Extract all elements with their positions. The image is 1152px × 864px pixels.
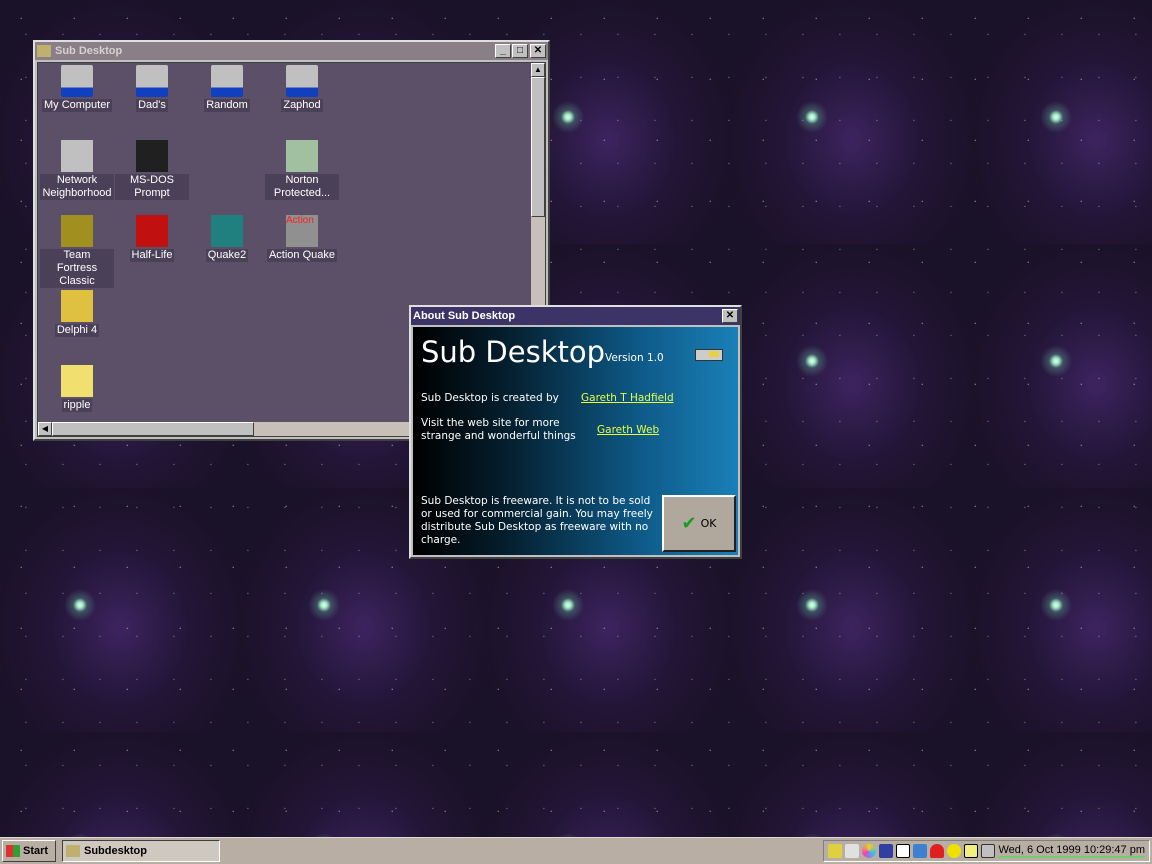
desktop-icon-norton-protected-[interactable]: Norton Protected... bbox=[265, 140, 339, 200]
scroll-up-button[interactable]: ▲ bbox=[531, 63, 545, 77]
icon-label: My Computer bbox=[41, 99, 113, 112]
desktop-icon-action-quake[interactable]: Action Action Quake bbox=[265, 215, 339, 262]
action-quake-icon: Action bbox=[286, 215, 318, 247]
start-button[interactable]: Start bbox=[2, 840, 56, 862]
computer-icon bbox=[61, 65, 93, 97]
visit-text: Visit the web site for more strange and … bbox=[421, 417, 576, 442]
drops-icon[interactable] bbox=[913, 844, 928, 858]
scroll-thumb-h[interactable] bbox=[52, 422, 254, 436]
task-label: Subdesktop bbox=[84, 845, 147, 857]
recycle-bin-icon bbox=[286, 140, 318, 172]
close-button[interactable]: ✕ bbox=[722, 309, 738, 323]
minimize-button[interactable]: _ bbox=[495, 44, 511, 58]
desktop-icon-quake2[interactable]: Quake2 bbox=[190, 215, 264, 262]
delphi-icon bbox=[61, 290, 93, 322]
computer-shortcut-icon bbox=[211, 65, 243, 97]
freeware-text: Sub Desktop is freeware. It is not to be… bbox=[421, 495, 653, 546]
taskbar-button-subdesktop[interactable]: Subdesktop bbox=[62, 840, 220, 862]
icon-label: Zaphod bbox=[281, 99, 323, 112]
taskbar: Start Subdesktop Wed, 6 Oct 1999 10:29:4… bbox=[0, 837, 1152, 864]
created-by-text: Sub Desktop is created by bbox=[421, 392, 559, 404]
sub-desktop-tray-icon[interactable] bbox=[981, 844, 996, 858]
ok-button[interactable]: ✔ OK bbox=[662, 495, 736, 552]
icon-label: Network Neighborhood bbox=[40, 174, 114, 200]
icon-label: Delphi 4 bbox=[54, 324, 100, 337]
icon-label: ripple bbox=[61, 399, 93, 412]
system-tray: Wed, 6 Oct 1999 10:29:47 pm bbox=[823, 840, 1150, 862]
color-icon[interactable] bbox=[862, 844, 877, 858]
dialog-titlebar[interactable]: About Sub Desktop ✕ bbox=[411, 307, 740, 325]
desktop-icon-delphi-4[interactable]: Delphi 4 bbox=[40, 290, 114, 337]
web-link[interactable]: Gareth Web bbox=[597, 424, 659, 436]
windows-logo-icon bbox=[6, 845, 20, 857]
desktop-icon-my-computer[interactable]: My Computer bbox=[40, 65, 114, 112]
icon-label: Dad's bbox=[136, 99, 168, 112]
c-icon[interactable] bbox=[947, 844, 962, 858]
action-overlay-text: Action bbox=[286, 215, 314, 226]
app-icon bbox=[37, 45, 51, 57]
icon-label: Random bbox=[204, 99, 250, 112]
half-life-icon bbox=[136, 215, 168, 247]
scroll-thumb[interactable] bbox=[531, 77, 545, 217]
app-name: Sub Desktop bbox=[421, 335, 606, 369]
version-label: Version 1.0 bbox=[605, 352, 664, 364]
quake2-icon bbox=[211, 215, 243, 247]
desktop-icon-network-neighborhood[interactable]: Network Neighborhood bbox=[40, 140, 114, 200]
icon-label: Quake2 bbox=[205, 249, 249, 262]
author-link[interactable]: Gareth T Hadfield bbox=[581, 392, 674, 404]
icon-label: Norton Protected... bbox=[265, 174, 339, 200]
alert-icon[interactable] bbox=[930, 844, 945, 858]
checkmark-icon: ✔ bbox=[681, 513, 697, 534]
tfc-icon bbox=[61, 215, 93, 247]
computer-shortcut-icon bbox=[136, 65, 168, 97]
desktop-icon-ripple[interactable]: ripple bbox=[40, 365, 114, 412]
maximize-button[interactable]: □ bbox=[512, 44, 528, 58]
desktop-icon-half-life[interactable]: Half-Life bbox=[115, 215, 189, 262]
clock[interactable]: Wed, 6 Oct 1999 10:29:47 pm bbox=[998, 844, 1145, 858]
about-dialog: About Sub Desktop ✕ Sub Desktop Version … bbox=[409, 305, 742, 559]
desktop-icon-dad-s[interactable]: Dad's bbox=[115, 65, 189, 112]
scheduler-icon[interactable] bbox=[845, 844, 860, 858]
flag-icon[interactable] bbox=[896, 844, 911, 858]
desktop-icon-team-fortress-classic[interactable]: Team Fortress Classic bbox=[40, 215, 114, 288]
chart-icon[interactable] bbox=[964, 844, 979, 858]
window-titlebar[interactable]: Sub Desktop _ □ ✕ bbox=[35, 42, 548, 60]
start-label: Start bbox=[23, 845, 49, 857]
desktop-icon-zaphod[interactable]: Zaphod bbox=[265, 65, 339, 112]
icon-label: Action Quake bbox=[266, 249, 338, 262]
icon-label: Half-Life bbox=[129, 249, 175, 262]
desktop-icon-ms-dos-prompt[interactable]: MS-DOS Prompt bbox=[115, 140, 189, 200]
msdos-icon bbox=[136, 140, 168, 172]
desktop-icon-random[interactable]: Random bbox=[190, 65, 264, 112]
network-icon bbox=[61, 140, 93, 172]
dialog-title: About Sub Desktop bbox=[413, 310, 516, 322]
scroll-left-button[interactable]: ◀ bbox=[38, 422, 52, 436]
shield-icon[interactable] bbox=[879, 844, 894, 858]
app-icon bbox=[66, 845, 80, 857]
close-button[interactable]: ✕ bbox=[530, 44, 546, 58]
icon-label: MS-DOS Prompt bbox=[115, 174, 189, 200]
ok-label: OK bbox=[700, 517, 717, 530]
window-title: Sub Desktop bbox=[55, 45, 123, 57]
computer-shortcut-icon bbox=[286, 65, 318, 97]
sub-desktop-logo-icon bbox=[693, 337, 725, 365]
folder-icon bbox=[61, 365, 93, 397]
volume-icon[interactable] bbox=[828, 844, 843, 858]
icon-label: Team Fortress Classic bbox=[40, 249, 114, 288]
